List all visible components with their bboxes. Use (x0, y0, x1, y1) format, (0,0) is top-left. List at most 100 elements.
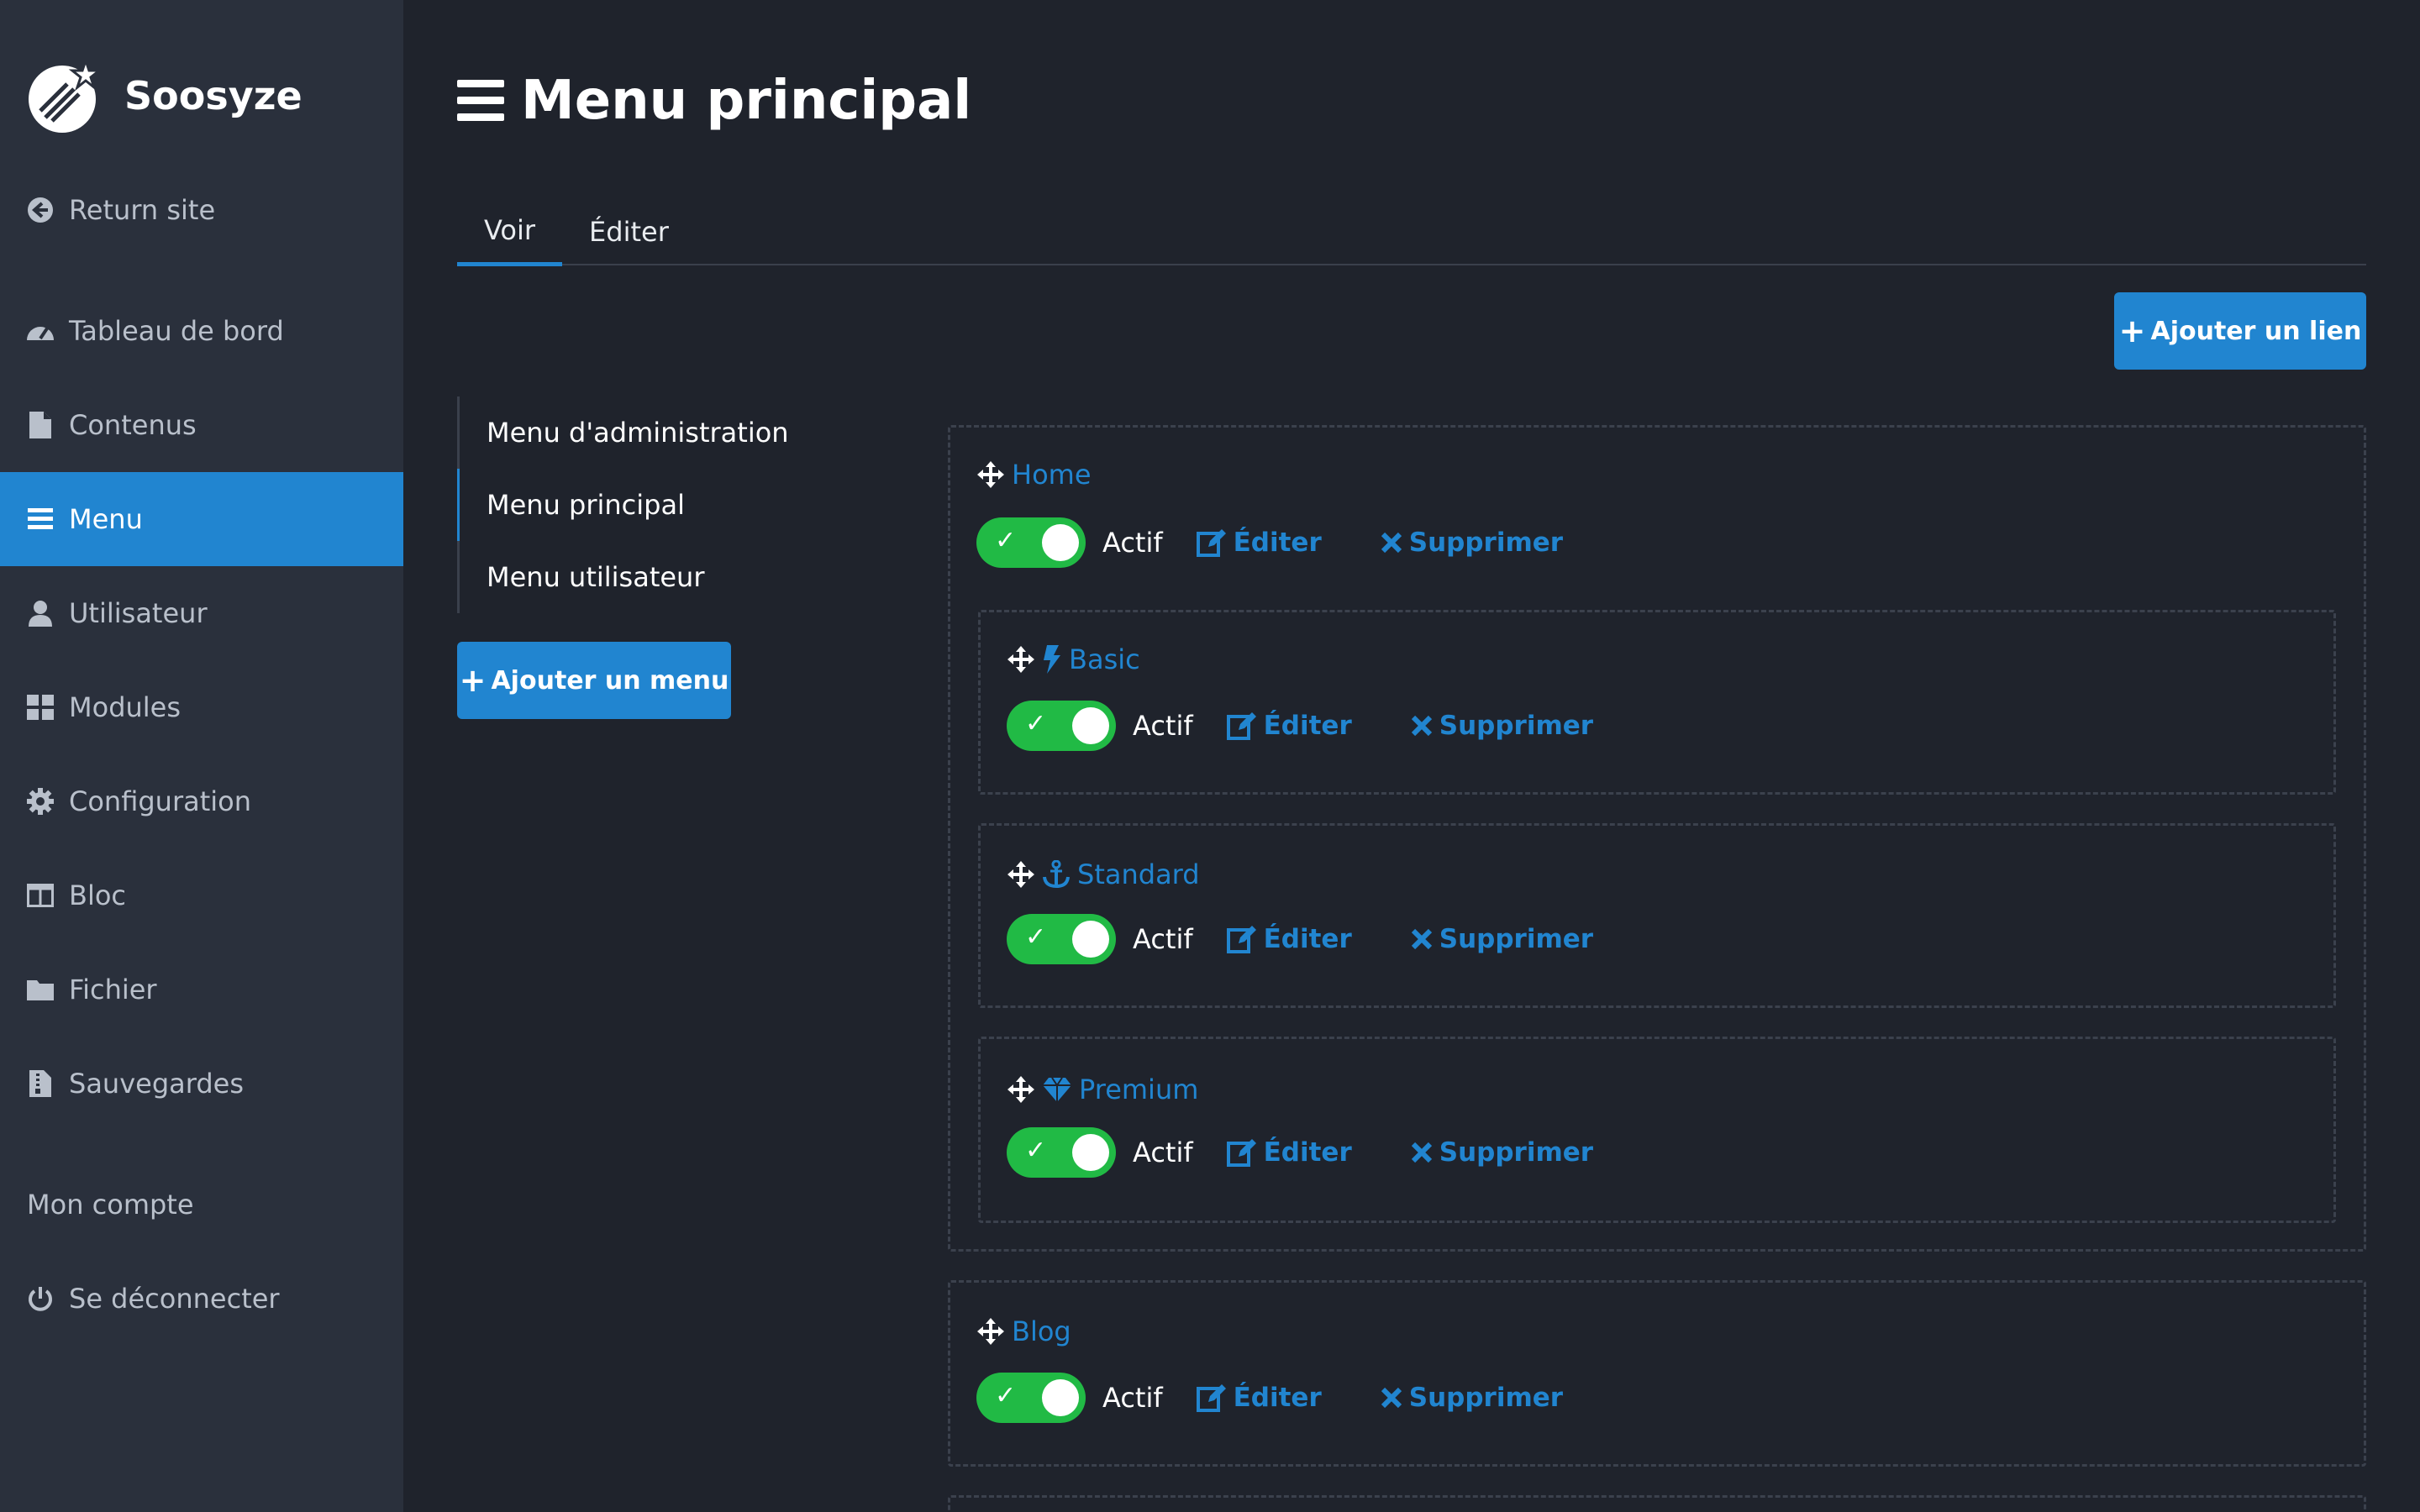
delete-link[interactable]: Supprimer (1411, 1137, 1593, 1168)
close-icon (1411, 928, 1432, 950)
check-icon: ✓ (995, 526, 1017, 555)
status-label: Actif (1133, 923, 1193, 955)
brand-name: Soosyze (124, 73, 302, 118)
move-icon[interactable] (976, 460, 1005, 489)
check-icon: ✓ (1025, 922, 1047, 952)
file-icon (25, 410, 55, 440)
page-title: Menu principal (457, 59, 971, 143)
status-toggle[interactable]: ✓ (976, 517, 1086, 568)
move-icon[interactable] (976, 1317, 1005, 1346)
link-actions: ✓ Actif Éditer Supprimer (976, 517, 1563, 568)
link-actions: ✓ Actif Éditer Supprimer (1007, 701, 1593, 751)
sidebar-item-bloc[interactable]: Bloc (0, 848, 403, 942)
sidebar-item-sauvegardes[interactable]: Sauvegardes (0, 1037, 403, 1131)
sidebar-item-fichier[interactable]: Fichier (0, 942, 403, 1037)
sidebar-item-label: Modules (69, 691, 182, 723)
delete-link[interactable]: Supprimer (1411, 924, 1593, 954)
sidebar-item-label: Mon compte (27, 1189, 194, 1221)
link-standard[interactable]: Standard (1007, 858, 1200, 890)
power-icon (25, 1284, 55, 1314)
close-icon (1381, 532, 1402, 554)
bars-icon (25, 504, 55, 534)
sidebar-item-label: Sauvegardes (69, 1068, 245, 1100)
edit-link[interactable]: Éditer (1226, 1137, 1352, 1168)
edit-icon (1226, 926, 1256, 953)
menu-entry-administration[interactable]: Menu d'administration (460, 396, 877, 469)
move-icon[interactable] (1007, 1075, 1035, 1104)
link-actions: ✓ Actif Éditer Supprimer (1007, 914, 1593, 964)
status-toggle[interactable]: ✓ (1007, 701, 1116, 751)
brand[interactable]: Soosyze (27, 54, 302, 138)
sidebar-item-menu[interactable]: Menu (0, 472, 403, 566)
user-icon (25, 598, 55, 628)
sidebar-item-mon-compte[interactable]: Mon compte (0, 1158, 403, 1252)
sidebar-item-modules[interactable]: Modules (0, 660, 403, 754)
tabs: Voir Éditer (457, 198, 2366, 266)
logout-link[interactable]: Se déconnecter (0, 1252, 403, 1346)
link-blog[interactable]: Blog (976, 1315, 1071, 1347)
edit-link[interactable]: Éditer (1196, 528, 1322, 558)
link-home[interactable]: Home (976, 459, 1092, 491)
link-premium[interactable]: Premium (1007, 1074, 1198, 1105)
menu-entry-principal[interactable]: Menu principal (457, 469, 877, 541)
sidebar-item-tableau-de-bord[interactable]: Tableau de bord (0, 284, 403, 378)
return-site-link[interactable]: Return site (0, 163, 403, 257)
logout-label: Se déconnecter (69, 1283, 280, 1315)
link-group-next (948, 1495, 2366, 1512)
sidebar-item-label: Menu (69, 503, 143, 535)
anchor-icon (1043, 860, 1070, 889)
menu-entry-utilisateur[interactable]: Menu utilisateur (460, 541, 877, 613)
close-icon (1381, 1387, 1402, 1409)
status-toggle[interactable]: ✓ (1007, 1127, 1116, 1178)
tab-editer[interactable]: Éditer (562, 198, 696, 265)
move-icon[interactable] (1007, 645, 1035, 674)
folder-icon (25, 974, 55, 1005)
gem-icon (1043, 1077, 1071, 1102)
link-title-text: Home (1012, 459, 1092, 491)
plus-icon: + (2118, 312, 2146, 349)
move-icon[interactable] (1007, 860, 1035, 889)
edit-icon (1226, 1139, 1256, 1167)
edit-link[interactable]: Éditer (1196, 1383, 1322, 1413)
page-title-text: Menu principal (521, 70, 972, 132)
add-menu-button[interactable]: + Ajouter un menu (457, 642, 731, 719)
status-toggle[interactable]: ✓ (976, 1373, 1086, 1423)
sidebar-item-contenus[interactable]: Contenus (0, 378, 403, 472)
link-actions: ✓ Actif Éditer Supprimer (1007, 1127, 1593, 1178)
status-label: Actif (1102, 527, 1163, 559)
close-icon (1411, 1142, 1432, 1163)
sidebar-item-label: Configuration (69, 785, 252, 817)
add-menu-label: Ajouter un menu (491, 665, 729, 696)
edit-icon (1226, 712, 1256, 740)
check-icon: ✓ (995, 1381, 1017, 1410)
delete-link[interactable]: Supprimer (1381, 528, 1563, 558)
delete-link[interactable]: Supprimer (1411, 711, 1593, 741)
status-label: Actif (1102, 1382, 1163, 1414)
close-icon (1411, 715, 1432, 737)
return-site-label: Return site (69, 194, 216, 226)
link-basic[interactable]: Basic (1007, 643, 1140, 675)
status-label: Actif (1133, 1137, 1193, 1168)
sidebar: Soosyze Return site Tableau de bord Cont… (0, 0, 403, 1512)
archive-icon (25, 1068, 55, 1099)
sidebar-item-utilisateur[interactable]: Utilisateur (0, 566, 403, 660)
bolt-icon (1044, 645, 1060, 674)
sidebar-item-label: Fichier (69, 974, 157, 1005)
add-link-button[interactable]: + Ajouter un lien (2114, 292, 2366, 370)
edit-link[interactable]: Éditer (1226, 711, 1352, 741)
link-title-text: Blog (1012, 1315, 1071, 1347)
sidebar-item-configuration[interactable]: Configuration (0, 754, 403, 848)
delete-link[interactable]: Supprimer (1381, 1383, 1563, 1413)
edit-icon (1196, 529, 1226, 557)
link-title-text: Premium (1079, 1074, 1199, 1105)
menu-list: Menu d'administration Menu principal Men… (457, 396, 877, 613)
check-icon: ✓ (1025, 709, 1047, 738)
logo-icon (27, 56, 104, 134)
status-toggle[interactable]: ✓ (1007, 914, 1116, 964)
edit-link[interactable]: Éditer (1226, 924, 1352, 954)
gear-icon (25, 786, 55, 816)
sidebar-item-label: Bloc (69, 879, 127, 911)
tab-voir[interactable]: Voir (457, 198, 563, 266)
add-link-label: Ajouter un lien (2150, 316, 2362, 346)
columns-icon (25, 880, 55, 911)
